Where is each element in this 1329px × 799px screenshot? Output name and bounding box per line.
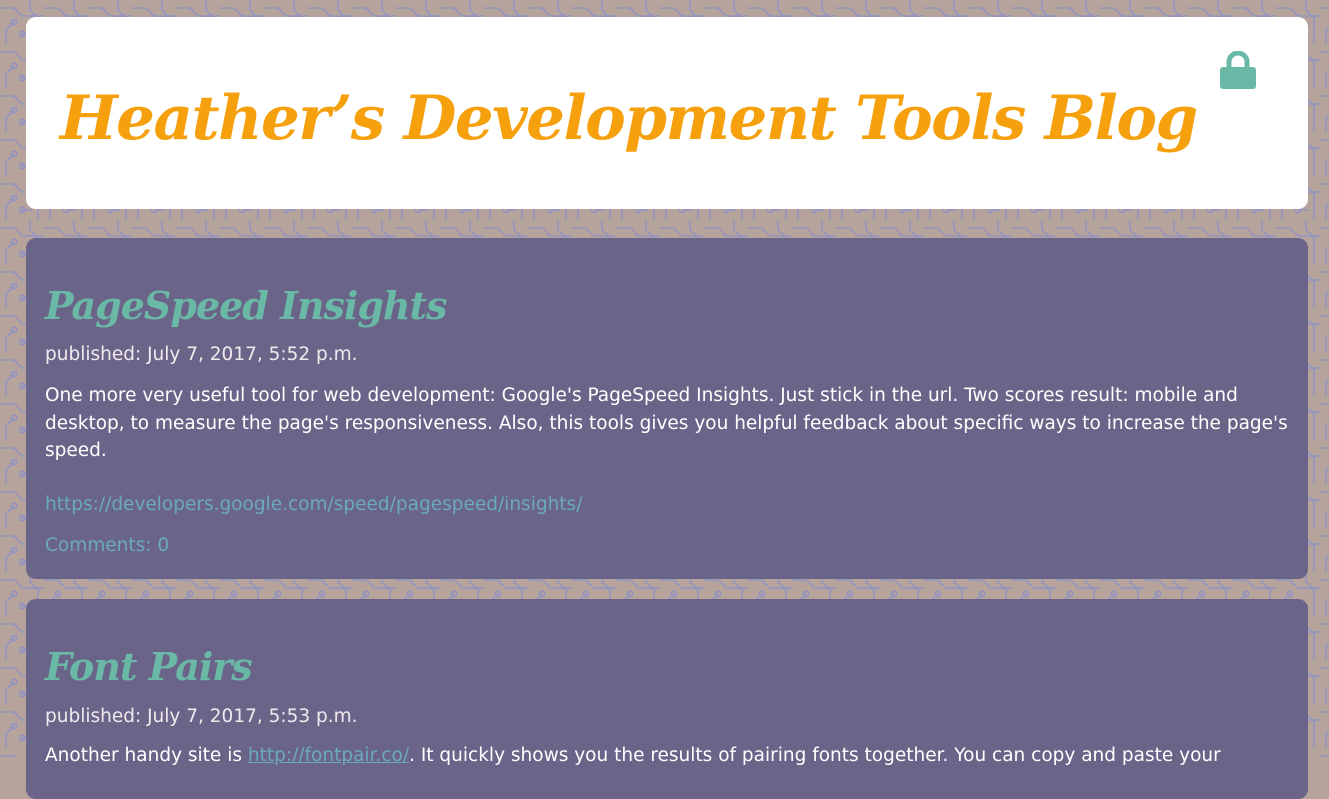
post-card: Font Pairs published: July 7, 2017, 5:53… [26, 599, 1308, 799]
post-title[interactable]: Font Pairs [45, 643, 253, 691]
post-body: One more very useful tool for web develo… [45, 385, 1288, 461]
post-body-text: . It quickly shows you the results of pa… [409, 745, 1221, 766]
fontpair-link[interactable]: http://fontpair.co/ [248, 745, 409, 766]
comments-link[interactable]: Comments: 0 [45, 534, 169, 558]
site-header: Heather’s Development Tools Blog [26, 17, 1308, 209]
site-title[interactable]: Heather’s Development Tools Blog [60, 79, 1198, 159]
post-title[interactable]: PageSpeed Insights [45, 282, 447, 330]
post-external-link[interactable]: https://developers.google.com/speed/page… [45, 493, 582, 517]
post-card: PageSpeed Insights published: July 7, 20… [26, 238, 1308, 579]
post-published-date: published: July 7, 2017, 5:52 p.m. [45, 344, 358, 365]
lock-icon[interactable] [1220, 51, 1256, 91]
post-body: Another handy site is http://fontpair.co… [45, 742, 1293, 770]
post-published-date: published: July 7, 2017, 5:53 p.m. [45, 706, 358, 727]
post-body-text: Another handy site is [45, 745, 248, 766]
